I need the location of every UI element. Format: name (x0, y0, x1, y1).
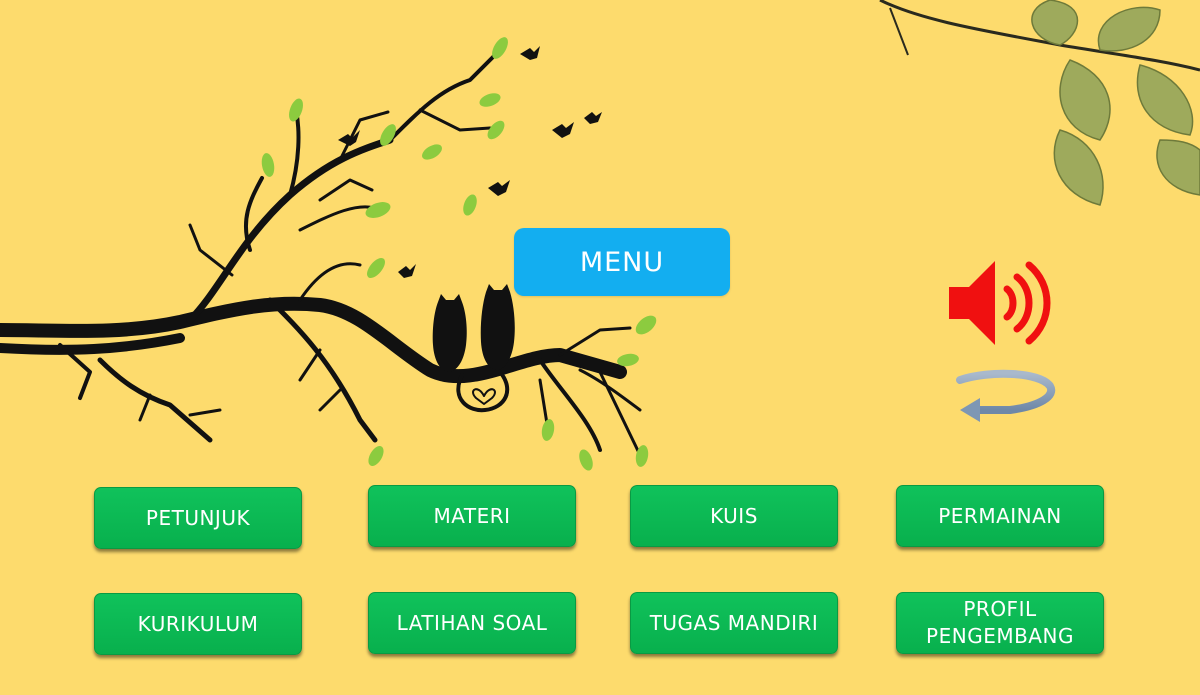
materi-button[interactable]: MATERI (368, 485, 576, 547)
permainan-button[interactable]: PERMAINAN (896, 485, 1104, 547)
petunjuk-label: PETUNJUK (145, 505, 251, 530)
back-arrow-icon[interactable] (950, 368, 1060, 430)
latihan-soal-button[interactable]: LATIHAN SOAL (368, 592, 576, 654)
tugas-mandiri-button[interactable]: TUGAS MANDIRI (630, 592, 838, 654)
profil-pengembang-label: PROFIL PENGEMBANG (926, 597, 1074, 648)
corner-leaves-illustration (879, 0, 1200, 206)
latihan-soal-label: LATIHAN SOAL (396, 610, 548, 635)
kuis-button[interactable]: KUIS (630, 485, 838, 547)
kuis-label: KUIS (710, 503, 758, 528)
materi-label: MATERI (433, 503, 511, 528)
profil-pengembang-button[interactable]: PROFIL PENGEMBANG (896, 592, 1104, 654)
petunjuk-button[interactable]: PETUNJUK (94, 487, 302, 549)
tugas-mandiri-label: TUGAS MANDIRI (649, 610, 819, 635)
kurikulum-button[interactable]: KURIKULUM (94, 593, 302, 655)
permainan-label: PERMAINAN (938, 503, 1062, 528)
speaker-icon[interactable] (945, 255, 1057, 351)
kurikulum-label: KURIKULUM (137, 611, 259, 636)
menu-title: MENU (514, 228, 730, 296)
